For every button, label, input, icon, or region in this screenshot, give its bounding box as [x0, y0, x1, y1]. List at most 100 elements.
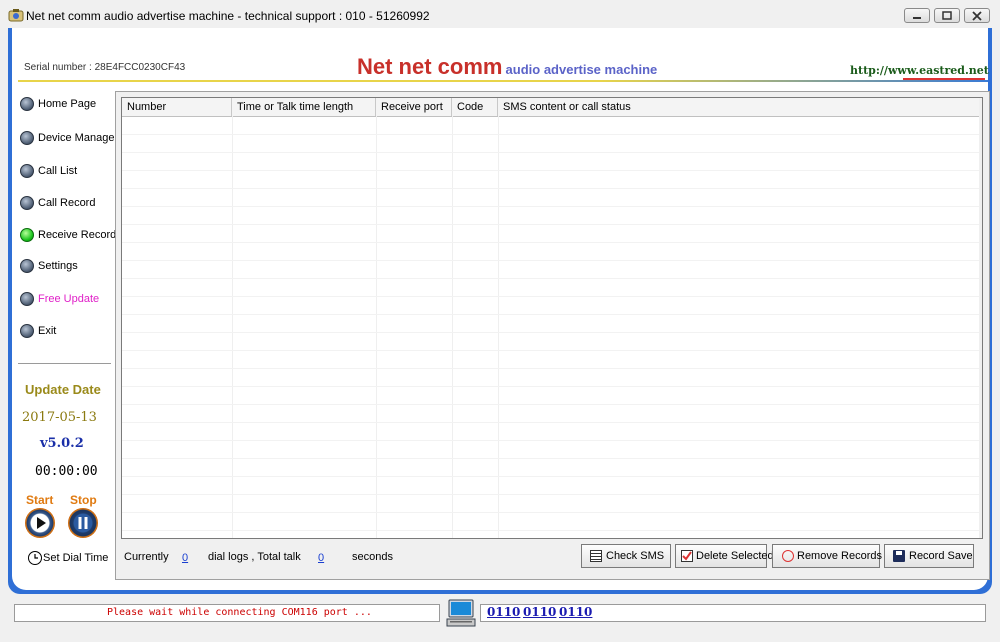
dial-logs-label: dial logs , Total talk [208, 551, 301, 563]
nav-bullet-icon [20, 259, 34, 273]
nav-bullet-icon [20, 131, 34, 145]
start-button[interactable] [25, 508, 55, 538]
grid-line [122, 494, 982, 495]
set-dial-time-label: Set Dial Time [43, 552, 109, 564]
delete-selected-button[interactable]: Delete Selected [675, 544, 774, 568]
update-date-value: 2017-05-13 [22, 410, 97, 425]
circle-icon [782, 550, 794, 562]
grid-line [122, 512, 982, 513]
nav-bullet-icon [20, 292, 34, 306]
sidebar-item-label: Call List [38, 165, 78, 177]
currently-label: Currently [124, 551, 169, 563]
nav-bullet-icon [20, 164, 34, 178]
app-icon [8, 9, 24, 22]
grid-line [122, 386, 982, 387]
dial-log-count[interactable]: 0 [182, 552, 188, 564]
grid-line [452, 116, 453, 538]
grid-line [122, 134, 982, 135]
grid-line [122, 350, 982, 351]
grid-line [122, 368, 982, 369]
sidebar-item-label: Call Record [38, 197, 96, 209]
grid-line [122, 404, 982, 405]
grid-line [376, 116, 377, 538]
sidebar-item-label: Exit [38, 325, 57, 337]
record-save-button[interactable]: Record Save [884, 544, 974, 568]
brand-main: Net net comm [357, 54, 503, 79]
table-header: Number Time or Talk time length Receive … [122, 98, 982, 117]
stop-button[interactable] [68, 508, 98, 538]
nav-bullet-icon [20, 97, 34, 111]
website-link[interactable]: http://www.eastred.net [850, 64, 989, 77]
nav-bullet-icon [20, 324, 34, 338]
play-icon [37, 517, 46, 529]
port-indicator[interactable]: 0110 [487, 605, 520, 619]
column-header-time[interactable]: Time or Talk time length [232, 98, 376, 116]
minimize-button[interactable] [904, 8, 930, 23]
grid-line [122, 422, 982, 423]
check-sms-button[interactable]: Check SMS [581, 544, 671, 568]
sms-icon [590, 550, 602, 562]
seconds-label: seconds [352, 551, 393, 563]
grid-line [122, 530, 982, 531]
delete-selected-label: Delete Selected [696, 550, 774, 562]
grid-line [122, 206, 982, 207]
grid-line [122, 170, 982, 171]
clock-icon [28, 551, 42, 565]
column-header-code[interactable]: Code [452, 98, 498, 116]
sidebar-item-label: Receive Record [38, 229, 117, 241]
stop-label: Stop [70, 493, 97, 507]
maximize-button[interactable] [934, 8, 960, 23]
maximize-icon [942, 11, 952, 20]
active-bullet-icon [20, 228, 34, 242]
grid-line [122, 332, 982, 333]
save-icon [893, 550, 905, 562]
scrollbar[interactable] [979, 98, 982, 538]
sidebar-item-label: Free Update [38, 293, 100, 305]
port-indicator[interactable]: 0110 [523, 605, 556, 619]
remove-records-button[interactable]: Remove Records [772, 544, 882, 568]
brand-title: Net net comm audio advertise machine [357, 54, 657, 80]
port-indicator[interactable]: 0110 [559, 605, 592, 619]
grid-line [122, 440, 982, 441]
brand-sub: audio advertise machine [505, 62, 658, 77]
start-label: Start [26, 493, 54, 507]
grid-line [122, 458, 982, 459]
header-divider [18, 80, 988, 82]
update-date-label: Update Date [25, 382, 101, 397]
checkbox-icon [681, 550, 693, 562]
total-talk-count[interactable]: 0 [318, 552, 324, 564]
window-title: Net net comm audio advertise machine - t… [26, 9, 430, 23]
grid-line [122, 224, 982, 225]
column-header-receive-port[interactable]: Receive port [376, 98, 452, 116]
remove-records-label: Remove Records [797, 550, 882, 562]
pause-icon [78, 517, 88, 529]
grid-line [122, 242, 982, 243]
grid-line [122, 188, 982, 189]
column-header-number[interactable]: Number [122, 98, 232, 116]
sidebar-item-label: Device Manager [38, 132, 119, 144]
close-button[interactable] [964, 8, 990, 23]
grid-line [122, 314, 982, 315]
grid-line [232, 116, 233, 538]
grid-line [122, 476, 982, 477]
grid-line [122, 278, 982, 279]
serial-number: Serial number : 28E4FCC0230CF43 [24, 62, 186, 73]
close-icon [972, 11, 982, 21]
minimize-icon [913, 17, 921, 19]
sidebar-item-label: Settings [38, 260, 78, 272]
record-save-label: Record Save [909, 550, 973, 562]
records-table[interactable]: Number Time or Talk time length Receive … [121, 97, 983, 539]
grid-line [122, 260, 982, 261]
version-label: v5.0.2 [40, 436, 84, 451]
column-header-sms-content[interactable]: SMS content or call status [498, 98, 982, 116]
sidebar-item-label: Home Page [38, 98, 97, 110]
timer-display: 00:00:00 [35, 464, 98, 479]
sidebar-divider [18, 363, 111, 365]
nav-bullet-icon [20, 196, 34, 210]
computer-icon [446, 599, 476, 627]
check-sms-label: Check SMS [606, 550, 665, 562]
grid-line [498, 116, 499, 538]
status-message: Please wait while connecting COM116 port… [107, 607, 372, 618]
title-bar: Net net comm audio advertise machine - t… [0, 0, 1000, 30]
grid-line [122, 152, 982, 153]
